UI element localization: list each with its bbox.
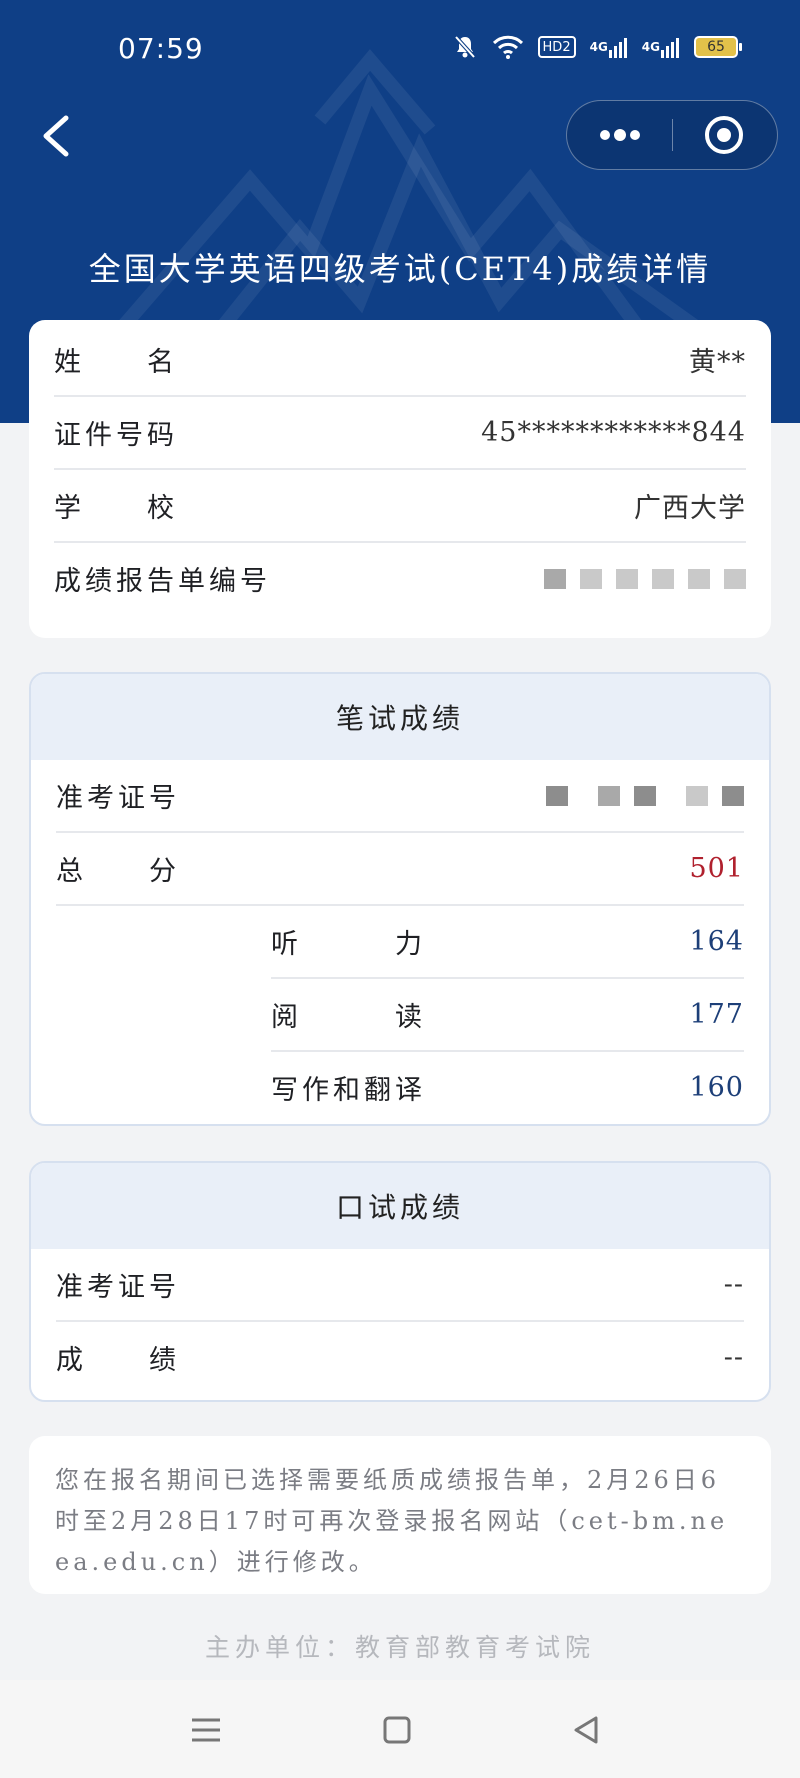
oral-admission-value: -- bbox=[723, 1269, 744, 1300]
redaction-block bbox=[688, 568, 710, 589]
oral-admission-label: 准考证号 bbox=[56, 1272, 180, 1303]
network-type-label: 4G bbox=[641, 40, 660, 54]
back-triangle-icon bbox=[574, 1716, 598, 1744]
admission-number-redacted bbox=[546, 785, 744, 806]
paper-report-notice: 您在报名期间已选择需要纸质成绩报告单，2月26日6时至2月28日17时可再次登录… bbox=[29, 1436, 771, 1594]
hd-icon: HD2 bbox=[537, 36, 576, 58]
more-dots-icon bbox=[600, 129, 640, 141]
redaction-block bbox=[580, 568, 602, 589]
home-button[interactable] bbox=[377, 1710, 417, 1750]
reading-score: 177 bbox=[689, 999, 744, 1030]
home-square-icon bbox=[383, 1716, 411, 1744]
writing-translation-score-row: 写作和翻译 160 bbox=[271, 1052, 744, 1123]
info-row-report-number: 成绩报告单编号 bbox=[54, 543, 746, 614]
redaction-block bbox=[544, 568, 566, 589]
oral-exam-card: 口试成绩 准考证号 -- 成 绩 -- bbox=[29, 1161, 771, 1402]
info-row-school: 学 校 广西大学 bbox=[54, 470, 746, 543]
mute-bell-icon bbox=[452, 34, 478, 60]
signal-icon: 4G bbox=[642, 36, 680, 58]
personal-info-card: 姓 名 黄** 证件号码 45************844 学 校 广西大学 … bbox=[29, 320, 771, 638]
oral-score-row: 成 绩 -- bbox=[56, 1322, 744, 1393]
school-value: 广西大学 bbox=[634, 493, 746, 524]
menu-icon bbox=[192, 1718, 220, 1742]
listening-score: 164 bbox=[689, 926, 744, 957]
more-button[interactable] bbox=[567, 101, 672, 169]
total-score-label: 总 分 bbox=[56, 856, 180, 887]
redaction-block bbox=[546, 785, 568, 806]
info-row-id-number: 证件号码 45************844 bbox=[54, 397, 746, 470]
writing-translation-score: 160 bbox=[689, 1072, 744, 1103]
redaction-block bbox=[634, 785, 656, 806]
system-nav-bar bbox=[0, 1680, 800, 1778]
written-admission-row: 准考证号 bbox=[56, 760, 744, 833]
listening-label: 听 力 bbox=[271, 929, 426, 960]
wifi-icon bbox=[492, 34, 524, 60]
total-score-row: 总 分 501 bbox=[56, 833, 744, 906]
school-label: 学 校 bbox=[54, 493, 178, 524]
oral-score-value: -- bbox=[723, 1342, 744, 1373]
name-value: 黄** bbox=[689, 347, 746, 378]
report-number-label: 成绩报告单编号 bbox=[54, 566, 271, 597]
oral-score-label: 成 绩 bbox=[56, 1345, 180, 1376]
close-mini-program-button[interactable] bbox=[673, 101, 777, 169]
menu-button[interactable] bbox=[186, 1710, 226, 1750]
status-time: 07:59 bbox=[118, 32, 204, 65]
oral-admission-row: 准考证号 -- bbox=[56, 1249, 744, 1322]
id-number-label: 证件号码 bbox=[54, 420, 178, 451]
total-score-value: 501 bbox=[689, 853, 744, 884]
organizer-footer: 主办单位：教育部教育考试院 bbox=[204, 1633, 595, 1662]
status-bar: 07:59 HD2 4G 4G 65 bbox=[0, 0, 800, 100]
chevron-left-icon bbox=[43, 115, 69, 157]
report-number-redacted bbox=[544, 568, 746, 589]
system-back-button[interactable] bbox=[566, 1710, 606, 1750]
admission-number-label: 准考证号 bbox=[56, 783, 180, 814]
page-title: 全国大学英语四级考试(CET4)成绩详情 bbox=[88, 250, 712, 288]
back-button[interactable] bbox=[36, 110, 80, 162]
redaction-block bbox=[616, 568, 638, 589]
listening-score-row: 听 力 164 bbox=[271, 906, 744, 979]
target-icon bbox=[705, 116, 743, 154]
written-exam-title: 笔试成绩 bbox=[31, 674, 769, 760]
redaction-block bbox=[686, 785, 708, 806]
name-label: 姓 名 bbox=[54, 347, 178, 378]
redaction-block bbox=[652, 568, 674, 589]
redaction-block bbox=[724, 568, 746, 589]
redaction-block bbox=[598, 785, 620, 806]
oral-exam-title: 口试成绩 bbox=[31, 1163, 769, 1249]
reading-label: 阅 读 bbox=[271, 1002, 426, 1033]
mini-program-capsule bbox=[566, 100, 778, 170]
battery-icon: 65 bbox=[694, 36, 742, 58]
network-type-label: 4G bbox=[589, 40, 608, 54]
info-row-name: 姓 名 黄** bbox=[54, 324, 746, 397]
signal-icon: 4G bbox=[590, 36, 628, 58]
written-exam-card: 笔试成绩 准考证号 总 分 501 听 力 164 阅 读 177 写作和翻译 … bbox=[29, 672, 771, 1126]
reading-score-row: 阅 读 177 bbox=[271, 979, 744, 1052]
writing-translation-label: 写作和翻译 bbox=[271, 1075, 426, 1106]
redaction-block bbox=[722, 785, 744, 806]
id-number-value: 45************844 bbox=[481, 417, 746, 448]
